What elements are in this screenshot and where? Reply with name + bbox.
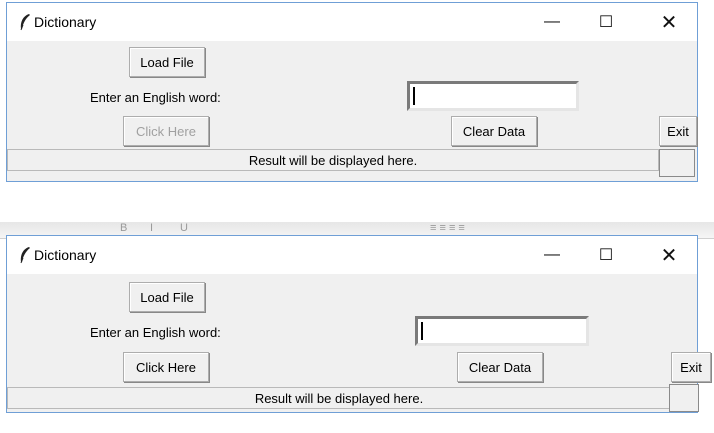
- background-align-icon: ≡ ≡ ≡ ≡: [430, 222, 465, 234]
- background-bold-icon: B: [120, 222, 128, 234]
- clear-data-button[interactable]: Clear Data: [451, 116, 537, 146]
- dictionary-window-2: Dictionary — ☐ ✕ Load File Enter an Engl…: [6, 235, 711, 413]
- title-bar: Dictionary — ☐ ✕: [7, 3, 697, 41]
- close-button[interactable]: ✕: [641, 236, 697, 274]
- load-file-button[interactable]: Load File: [129, 47, 205, 77]
- word-entry[interactable]: [415, 316, 589, 346]
- text-caret: [413, 87, 415, 105]
- word-entry[interactable]: [407, 81, 579, 111]
- minimize-button[interactable]: —: [529, 236, 575, 274]
- click-here-button[interactable]: Click Here: [123, 352, 209, 382]
- size-grip: [669, 384, 699, 412]
- window-title: Dictionary: [34, 247, 97, 263]
- feather-icon: [20, 14, 30, 31]
- result-display: Result will be displayed here.: [7, 149, 659, 171]
- background-underline-icon: U: [180, 222, 188, 234]
- prompt-label: Enter an English word:: [90, 325, 221, 340]
- dictionary-window-1: Dictionary — ☐ ✕ Load File Enter an Engl…: [6, 2, 698, 182]
- close-button[interactable]: ✕: [641, 3, 697, 41]
- text-caret: [421, 322, 423, 340]
- background-italic-icon: I: [150, 222, 154, 234]
- title-bar: Dictionary — ☐ ✕: [7, 236, 697, 274]
- feather-icon: [20, 247, 30, 264]
- clear-data-button[interactable]: Clear Data: [457, 352, 543, 382]
- prompt-label: Enter an English word:: [90, 90, 221, 105]
- window-title: Dictionary: [34, 14, 97, 30]
- maximize-button[interactable]: ☐: [583, 3, 629, 41]
- minimize-button[interactable]: —: [529, 3, 575, 41]
- size-grip: [659, 149, 695, 177]
- click-here-button[interactable]: Click Here: [123, 116, 209, 146]
- maximize-button[interactable]: ☐: [583, 236, 629, 274]
- load-file-button[interactable]: Load File: [129, 282, 205, 312]
- exit-button[interactable]: Exit: [659, 116, 697, 146]
- exit-button[interactable]: Exit: [671, 352, 711, 382]
- result-display: Result will be displayed here.: [7, 387, 671, 409]
